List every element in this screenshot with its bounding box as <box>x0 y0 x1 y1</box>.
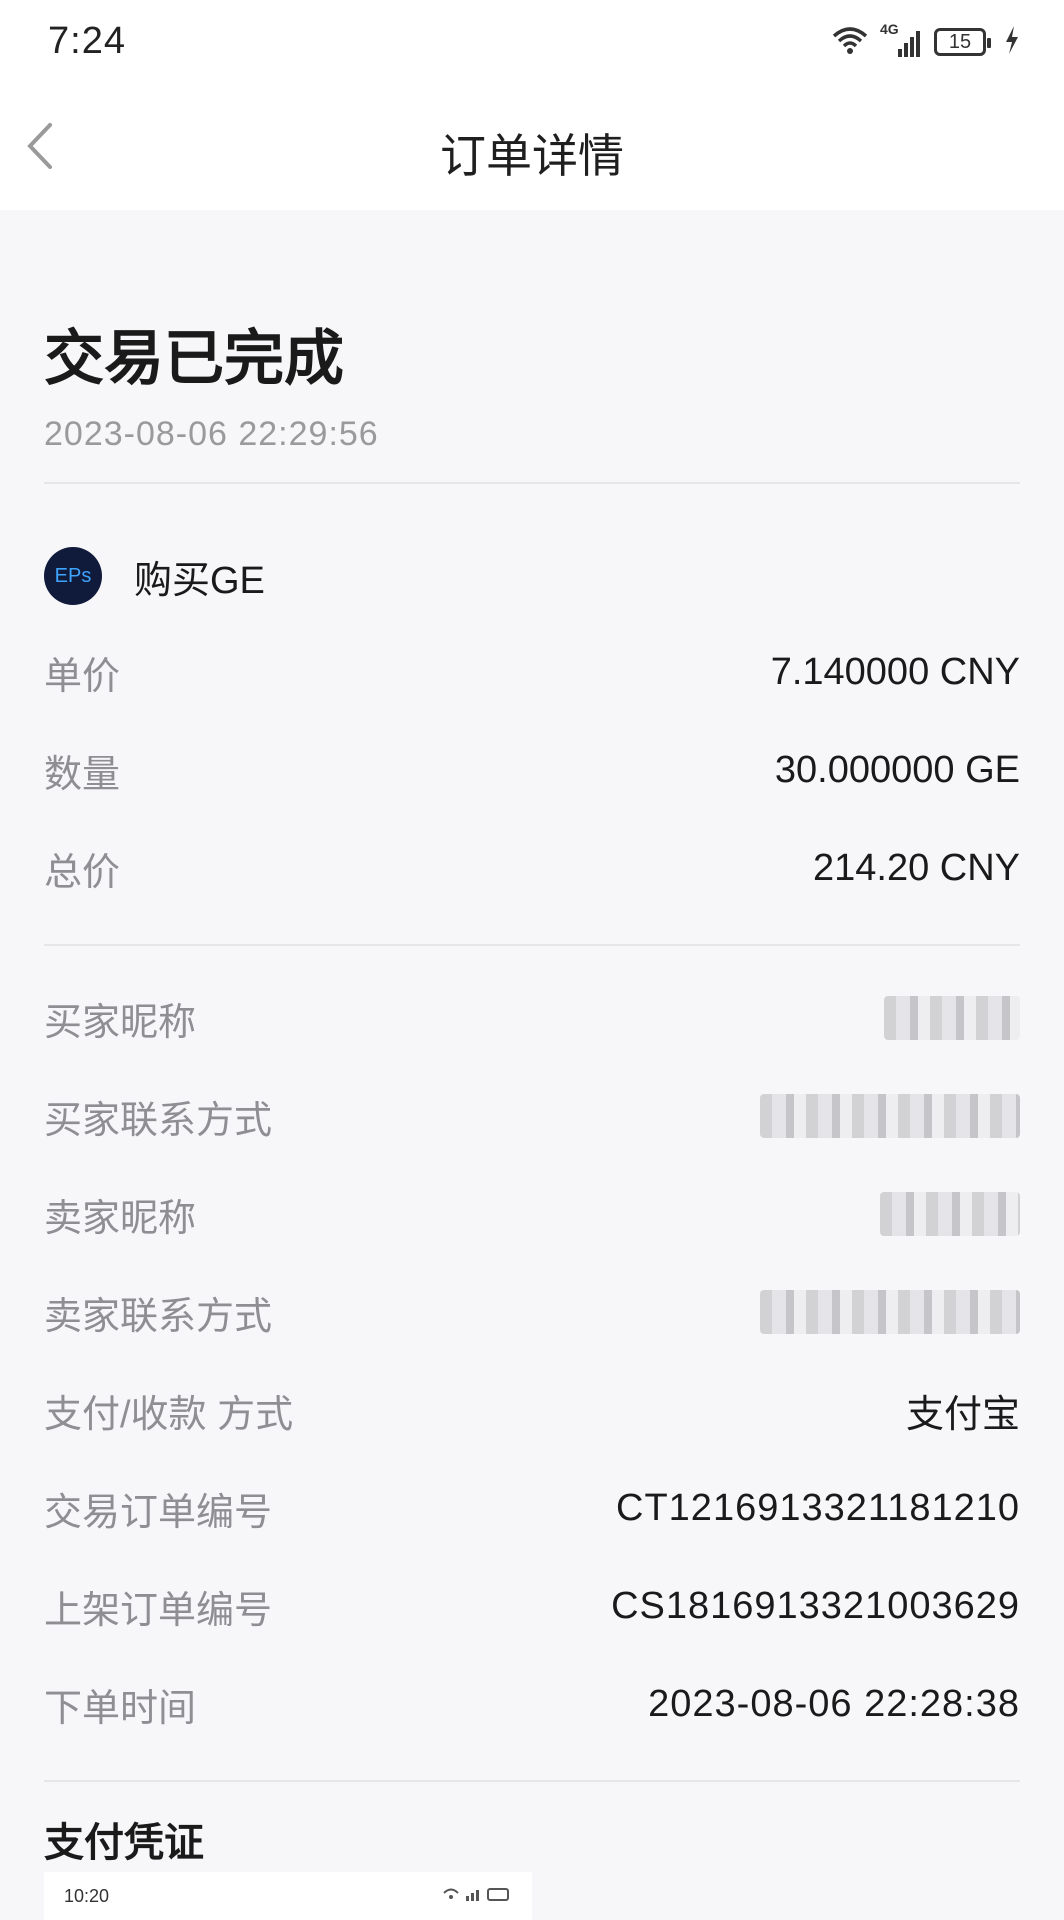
row-value: 30.000000 GE <box>774 748 1020 791</box>
row-value: CS1816913321003629 <box>611 1584 1020 1627</box>
row-value: CT1216913321181210 <box>616 1486 1020 1529</box>
divider <box>44 482 1020 484</box>
signal-icon: 4G <box>880 21 924 59</box>
charging-icon <box>1004 25 1020 60</box>
product-info: EPs 购买GE <box>44 546 265 606</box>
obscured-value <box>760 1094 1020 1138</box>
detail-row-trade-order-no: 交易订单编号 CT1216913321181210 <box>44 1478 1020 1538</box>
row-label: 支付/收款 方式 <box>44 1393 294 1436</box>
thumbnail-time: 10:20 <box>64 1885 110 1906</box>
row-label: 总价 <box>44 851 121 894</box>
battery-icon: 15 <box>934 28 991 56</box>
divider <box>44 1780 1020 1782</box>
row-value: 214.20 CNY <box>812 846 1020 889</box>
price-row-unit-price: 单价 7.140000 CNY <box>44 642 1020 702</box>
wifi-icon <box>830 24 870 61</box>
row-label: 单价 <box>44 655 121 698</box>
payment-proof-title: 支付凭证 <box>44 1821 204 1865</box>
row-label: 交易订单编号 <box>44 1491 273 1534</box>
row-label: 卖家昵称 <box>44 1197 197 1240</box>
obscured-value <box>760 1290 1020 1334</box>
product-name: 购买GE <box>134 559 265 602</box>
status-time: 7:24 <box>48 20 126 62</box>
completed-time: 2023-08-06 22:29:56 <box>44 415 379 453</box>
row-value: 2023-08-06 22:28:38 <box>648 1682 1020 1725</box>
detail-row-seller-nickname: 卖家昵称 <box>44 1184 1020 1244</box>
row-label: 买家昵称 <box>44 1001 197 1044</box>
nav-bar: 订单详情 <box>0 84 1064 210</box>
obscured-value <box>880 1192 1020 1236</box>
status-icons: 4G 15 <box>830 20 1020 64</box>
detail-row-listing-order-no: 上架订单编号 CS1816913321003629 <box>44 1576 1020 1636</box>
detail-row-buyer-contact: 买家联系方式 <box>44 1086 1020 1146</box>
thumbnail-status-icons <box>442 1886 512 1907</box>
row-label: 上架订单编号 <box>44 1589 273 1632</box>
row-value: 支付宝 <box>905 1393 1020 1436</box>
payment-proof-thumbnail[interactable]: 10:20 <box>44 1872 532 1920</box>
price-row-quantity: 数量 30.000000 GE <box>44 740 1020 800</box>
price-row-total: 总价 214.20 CNY <box>44 838 1020 898</box>
detail-row-seller-contact: 卖家联系方式 <box>44 1282 1020 1342</box>
row-label: 下单时间 <box>44 1687 197 1730</box>
order-status: 交易已完成 <box>44 325 344 392</box>
row-value: 7.140000 CNY <box>770 650 1020 693</box>
page-title: 订单详情 <box>440 130 624 182</box>
obscured-value <box>884 996 1020 1040</box>
detail-row-buyer-nickname: 买家昵称 <box>44 988 1020 1048</box>
status-bar: 7:24 4G 15 <box>0 0 1064 84</box>
divider <box>44 944 1020 946</box>
detail-row-payment-method: 支付/收款 方式 支付宝 <box>44 1380 1020 1440</box>
product-logo: EPs <box>44 547 102 605</box>
row-label: 买家联系方式 <box>44 1099 273 1142</box>
row-label: 数量 <box>44 753 121 796</box>
row-label: 卖家联系方式 <box>44 1295 273 1338</box>
detail-row-order-time: 下单时间 2023-08-06 22:28:38 <box>44 1674 1020 1734</box>
